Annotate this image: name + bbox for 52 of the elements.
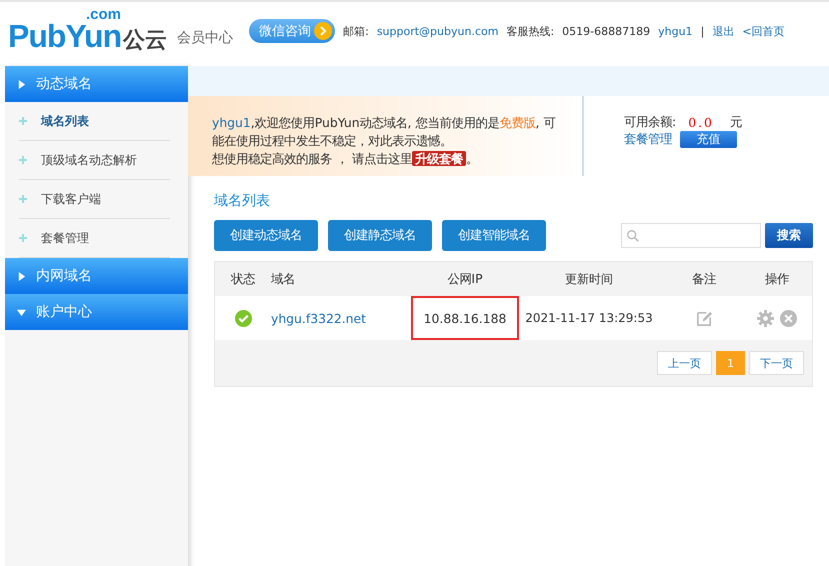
plan-link[interactable]: 套餐管理 [624, 131, 672, 148]
create-button[interactable]: 创建动态域名 [214, 220, 318, 251]
caret-right-icon [17, 272, 26, 280]
caret-right-icon [17, 80, 26, 88]
sidebar-item[interactable]: 顶级域名动态解析 [19, 141, 170, 180]
page-subtitle: 会员中心 [177, 29, 234, 47]
welcome-message: yhgu1,欢迎您使用PubYun动态域名, 您当前使用的是免费版, 可能在使用过程中发生不稳定，对此表示遗憾。 想使用稳定高效的服务 ， 请点击这里 升级套餐 。 [188, 96, 584, 176]
prev-page-button[interactable]: 上一页 [657, 351, 712, 375]
settings-icon[interactable] [757, 310, 774, 326]
search-field[interactable] [621, 223, 761, 248]
next-page-button[interactable]: 下一页 [749, 351, 804, 375]
create-button[interactable]: 创建静态域名 [328, 220, 432, 251]
column-header: 状态 [230, 270, 256, 288]
bullet-icon [19, 234, 27, 242]
caret-down-icon [17, 308, 26, 316]
column-header: 域名 [271, 270, 296, 288]
sidebar-item[interactable]: 下载客户端 [19, 180, 170, 219]
bullet-icon [19, 156, 27, 164]
delete-icon[interactable] [780, 310, 797, 326]
currency-unit: 元 [730, 114, 742, 131]
sidebar-section[interactable]: 账户中心 [5, 294, 188, 330]
logo: .com PubYun公云 [8, 10, 168, 52]
wechat-button[interactable]: 微信咨询 [249, 19, 336, 43]
search-button[interactable]: 搜索 [765, 223, 813, 248]
upgrade-link[interactable]: 升级套餐 [412, 150, 466, 166]
time-cell-text: 2021-11-17 13:29:53 [524, 310, 654, 327]
balance-amount: 0.0 [688, 115, 714, 130]
bullet-icon [19, 117, 27, 125]
ip-cell: 10.88.16.188 [411, 296, 519, 340]
sidebar-item[interactable]: 域名列表 [19, 102, 170, 141]
sidebar-section[interactable]: 动态域名 [5, 66, 188, 102]
column-header: 操作 [764, 270, 790, 288]
sidebar-section[interactable]: 内网域名 [5, 258, 188, 294]
column-header: 公网IP [446, 270, 484, 288]
column-header: 更新时间 [564, 270, 614, 288]
recharge-button[interactable]: 充值 [680, 131, 737, 148]
hotline-number: 0519-68887189 [562, 24, 650, 38]
create-button[interactable]: 创建智能域名 [442, 220, 546, 251]
logout-link[interactable]: 退出 [712, 24, 734, 38]
email-label: 邮箱: [343, 24, 369, 38]
edit-icon[interactable] [696, 310, 712, 326]
hotline-label: 客服热线: [506, 24, 554, 38]
bullet-icon [19, 195, 27, 203]
section-title: 域名列表 [214, 192, 271, 210]
column-header: 备注 [691, 270, 717, 288]
username-link[interactable]: yhgu1 [658, 24, 693, 38]
email-link[interactable]: support@pubyun.com [376, 24, 498, 38]
search-icon [626, 228, 640, 242]
home-link[interactable]: <回首页 [742, 24, 784, 38]
balance-label: 可用余额: [624, 114, 676, 131]
domain-link[interactable]: yhgu.f3322.net [271, 310, 366, 326]
separator: | [700, 24, 704, 38]
